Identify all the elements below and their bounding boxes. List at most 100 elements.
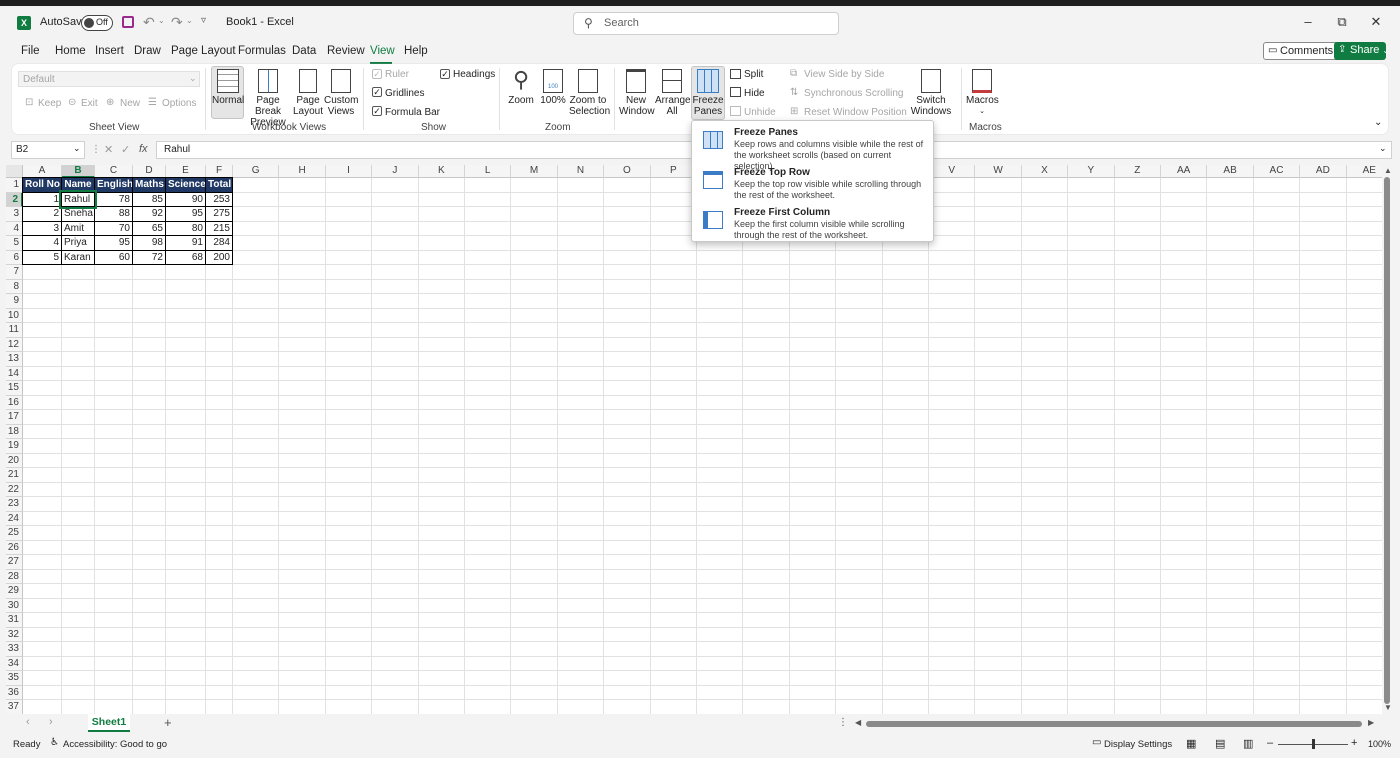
redo-dropdown-icon[interactable]: ⌄	[186, 16, 193, 25]
zoom-button[interactable]: ⚲ Zoom	[506, 66, 536, 107]
table-header-cell[interactable]: Roll No	[22, 177, 62, 193]
table-cell[interactable]: Karan	[61, 249, 95, 265]
new-view-button[interactable]: New	[120, 98, 140, 109]
column-header[interactable]: J	[372, 165, 419, 178]
zoom-out-icon[interactable]: –	[1267, 737, 1273, 749]
page-layout-view-button[interactable]: Page Layout	[293, 66, 323, 117]
undo-icon[interactable]: ↶	[143, 14, 155, 31]
row-header[interactable]: 16	[6, 395, 23, 410]
table-cell[interactable]: 2	[22, 206, 62, 222]
hide-button[interactable]: Hide	[744, 88, 765, 99]
table-cell[interactable]: 90	[165, 191, 206, 207]
minimize-icon[interactable]: –	[1300, 14, 1316, 30]
ruler-checkbox[interactable]: ✓	[372, 69, 382, 79]
column-header[interactable]: H	[279, 165, 326, 178]
sheet-tab-sheet1[interactable]: Sheet1	[88, 714, 130, 732]
row-header[interactable]: 23	[6, 497, 23, 512]
zoom-slider-thumb[interactable]	[1312, 739, 1315, 749]
row-header[interactable]: 4	[6, 221, 23, 236]
gridlines-checkbox[interactable]: ✓	[372, 87, 382, 97]
table-cell[interactable]: 98	[132, 235, 166, 251]
table-cell[interactable]: 4	[22, 235, 62, 251]
tab-review[interactable]: Review	[327, 45, 365, 57]
table-cell[interactable]: 1	[22, 191, 62, 207]
custom-views-button[interactable]: Custom Views	[324, 66, 358, 117]
worksheet-grid[interactable]: ABCDEFGHIJKLMNOPQRSTUVWXYZAAABACADAE1234…	[6, 165, 1382, 714]
table-cell[interactable]: 275	[205, 206, 233, 222]
table-cell[interactable]: 3	[22, 220, 62, 236]
zoom-level[interactable]: 100%	[1368, 739, 1391, 749]
table-header-cell[interactable]: English	[94, 177, 133, 193]
page-break-view-icon[interactable]: ▥	[1243, 737, 1253, 750]
row-header[interactable]: 18	[6, 424, 23, 439]
row-header[interactable]: 33	[6, 642, 23, 657]
redo-icon[interactable]: ↷	[171, 14, 183, 31]
selected-cell[interactable]: Rahul	[59, 189, 97, 209]
row-header[interactable]: 9	[6, 294, 23, 309]
row-header[interactable]: 5	[6, 236, 23, 251]
expand-formula-icon[interactable]: ⌄	[1379, 143, 1387, 154]
row-header[interactable]: 26	[6, 540, 23, 555]
restore-icon[interactable]: ⧉	[1334, 14, 1350, 30]
column-header[interactable]: AA	[1161, 165, 1208, 178]
scroll-down-icon[interactable]: ▼	[1384, 703, 1392, 712]
row-header[interactable]: 37	[6, 700, 23, 714]
column-header[interactable]: Y	[1068, 165, 1115, 178]
row-header[interactable]: 6	[6, 250, 23, 265]
table-cell[interactable]: 68	[165, 249, 206, 265]
column-header[interactable]: I	[325, 165, 373, 178]
row-header[interactable]: 32	[6, 627, 23, 642]
table-cell[interactable]: 60	[94, 249, 133, 265]
row-header[interactable]: 2	[6, 192, 23, 207]
row-header[interactable]: 24	[6, 511, 23, 526]
row-header[interactable]: 8	[6, 279, 23, 294]
row-header[interactable]: 15	[6, 381, 23, 396]
row-header[interactable]: 20	[6, 453, 23, 468]
row-header[interactable]: 34	[6, 656, 23, 671]
row-header[interactable]: 28	[6, 569, 23, 584]
menu-item-freeze-top-row[interactable]: Freeze Top Row Keep the top row visible …	[692, 163, 933, 203]
table-header-cell[interactable]: Science	[165, 177, 206, 193]
row-header[interactable]: 27	[6, 555, 23, 570]
row-header[interactable]: 22	[6, 482, 23, 497]
row-header[interactable]: 30	[6, 598, 23, 613]
tab-formulas[interactable]: Formulas	[238, 45, 286, 57]
table-cell[interactable]: 95	[165, 206, 206, 222]
tab-draw[interactable]: Draw	[134, 45, 161, 57]
column-header[interactable]: X	[1021, 165, 1069, 178]
tab-insert[interactable]: Insert	[95, 45, 124, 57]
vertical-scroll-thumb[interactable]	[1384, 177, 1390, 704]
display-settings-button[interactable]: Display Settings	[1104, 739, 1172, 750]
table-cell[interactable]: Sneha	[61, 206, 95, 222]
tab-help[interactable]: Help	[404, 45, 428, 57]
page-layout-view-icon[interactable]: ▤	[1215, 737, 1225, 750]
split-button[interactable]: Split	[744, 69, 763, 80]
scroll-right-icon[interactable]: ▶	[1368, 718, 1374, 727]
row-header[interactable]: 11	[6, 323, 23, 338]
table-cell[interactable]: Amit	[61, 220, 95, 236]
table-cell[interactable]: 284	[205, 235, 233, 251]
sync-scroll-button[interactable]: Synchronous Scrolling	[804, 88, 904, 99]
column-header[interactable]: AC	[1253, 165, 1301, 178]
column-header[interactable]: W	[975, 165, 1022, 178]
table-header-cell[interactable]: Maths	[132, 177, 166, 193]
undo-dropdown-icon[interactable]: ⌄	[158, 16, 165, 25]
unhide-button[interactable]: Unhide	[744, 107, 776, 118]
scroll-up-icon[interactable]: ▲	[1384, 166, 1392, 175]
page-break-preview-button[interactable]: Page Break Preview	[245, 66, 291, 128]
zoom-in-icon[interactable]: +	[1351, 737, 1357, 749]
column-header[interactable]: AD	[1300, 165, 1347, 178]
table-cell[interactable]: 85	[132, 191, 166, 207]
row-header[interactable]: 10	[6, 308, 23, 323]
row-header[interactable]: 36	[6, 685, 23, 700]
insert-function-icon[interactable]: fx	[139, 143, 148, 155]
close-icon[interactable]: ✕	[1368, 14, 1384, 30]
macros-button[interactable]: Macros ⌄	[966, 66, 999, 117]
row-header[interactable]: 1	[6, 178, 23, 193]
new-window-button[interactable]: New Window	[619, 66, 655, 117]
more-icon[interactable]: ⋮	[838, 717, 848, 728]
save-icon[interactable]	[122, 16, 134, 28]
column-header[interactable]: M	[511, 165, 558, 178]
keep-button[interactable]: Keep	[38, 98, 61, 109]
row-header[interactable]: 21	[6, 468, 23, 483]
